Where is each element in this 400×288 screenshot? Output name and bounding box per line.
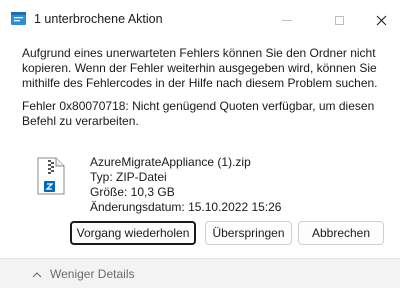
file-details: AzureMigrateAppliance (1).zip Typ: ZIP-D…: [90, 155, 281, 215]
window-title: 1 unterbrochene Aktion: [34, 12, 163, 26]
close-button[interactable]: [362, 0, 400, 40]
copy-files-icon: [10, 10, 27, 27]
file-type: Typ: ZIP-Datei: [90, 170, 167, 184]
title-bar: 1 unterbrochene Aktion: [0, 0, 400, 40]
maximize-button[interactable]: [316, 0, 362, 40]
zip-folder-icon: [36, 157, 66, 195]
close-icon: [376, 15, 386, 25]
error-description: Aufgrund eines unerwarteten Fehlers könn…: [22, 46, 378, 90]
dialog-body: Aufgrund eines unerwarteten Fehlers könn…: [0, 40, 400, 258]
less-details-toggle[interactable]: Weniger Details: [50, 267, 134, 281]
details-footer[interactable]: Weniger Details: [0, 258, 400, 288]
file-name: AzureMigrateAppliance (1).zip: [90, 155, 251, 169]
retry-button[interactable]: Vorgang wiederholen: [70, 221, 196, 245]
skip-button[interactable]: Überspringen: [205, 221, 292, 245]
cancel-button[interactable]: Abbrechen: [298, 221, 384, 245]
chevron-up-icon[interactable]: [32, 268, 42, 278]
minimize-icon: [282, 19, 292, 21]
file-size: Größe: 10,3 GB: [90, 185, 175, 199]
maximize-icon: [334, 15, 344, 25]
error-code-text: Fehler 0x80070718: Nicht genügend Quoten…: [22, 99, 375, 128]
minimize-button[interactable]: [264, 0, 310, 40]
file-modified-date: Änderungsdatum: 15.10.2022 15:26: [90, 200, 282, 214]
